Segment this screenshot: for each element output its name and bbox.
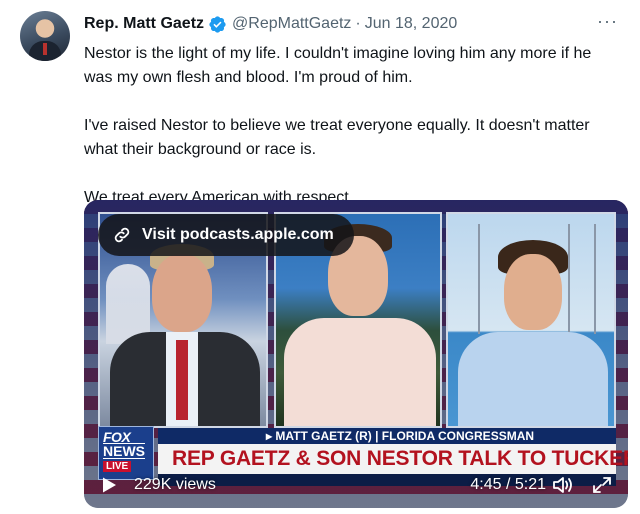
logo-line-3: LIVE	[103, 461, 132, 472]
lower-third-headline: REP GAETZ & SON NESTOR TALK TO TUCKER	[158, 444, 628, 474]
avatar-tie	[43, 43, 47, 55]
tweet-paragraph-2: I've raised Nestor to believe we treat e…	[84, 117, 590, 158]
tweet-header: Rep. Matt Gaetz @RepMattGaetz · Jun 18, …	[84, 13, 457, 35]
video-controls: 229K views 4:45 / 5:21	[84, 472, 628, 498]
author-name[interactable]: Rep. Matt Gaetz	[84, 15, 204, 33]
boat-mast	[478, 224, 480, 334]
host-tie	[176, 340, 188, 420]
avatar[interactable]	[20, 11, 70, 61]
video-panel-son	[446, 212, 616, 428]
volume-icon[interactable]	[552, 475, 574, 495]
son-torso	[458, 332, 608, 426]
view-count: 229K views	[134, 476, 216, 493]
expand-icon[interactable]	[592, 476, 612, 494]
visit-link-button[interactable]: Visit podcasts.apple.com	[98, 214, 354, 256]
more-options-icon[interactable]: ···	[597, 12, 618, 30]
host-head	[152, 254, 212, 332]
logo-line-2: NEWS	[103, 443, 145, 459]
playback-time: 4:45 / 5:21	[470, 476, 546, 493]
boat-mast	[594, 224, 596, 334]
visit-link-label: Visit podcasts.apple.com	[142, 226, 334, 243]
son-head	[504, 254, 562, 330]
lower-third-subtitle: ▸ MATT GAETZ (R) | FLORIDA CONGRESSMAN	[158, 428, 616, 444]
verified-badge-icon	[209, 15, 226, 33]
congressman-torso	[284, 318, 436, 426]
tweet-date[interactable]: Jun 18, 2020	[365, 15, 458, 33]
separator-dot: ·	[355, 15, 361, 32]
boat-mast	[568, 224, 570, 334]
tweet-text: Nestor is the light of my life. I couldn…	[84, 42, 624, 210]
play-icon[interactable]	[100, 476, 118, 494]
tweet[interactable]: Rep. Matt Gaetz @RepMattGaetz · Jun 18, …	[0, 0, 640, 514]
link-icon	[114, 227, 130, 243]
video-player[interactable]: Visit podcasts.apple.com FOX NEWS LIVE ▸…	[84, 200, 628, 508]
author-handle[interactable]: @RepMattGaetz	[232, 15, 351, 33]
tweet-paragraph-1: Nestor is the light of my life. I couldn…	[84, 45, 592, 86]
